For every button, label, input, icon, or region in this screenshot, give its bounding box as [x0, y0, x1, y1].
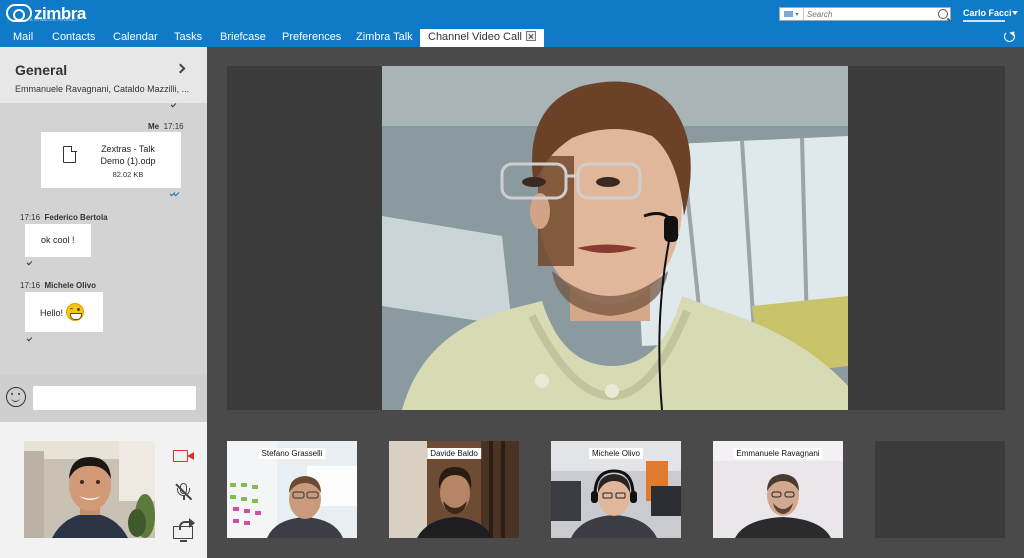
emoji-picker-icon[interactable] [6, 387, 26, 407]
message-sender: Michele Olivo [44, 281, 97, 290]
grin-emoji-icon [66, 303, 85, 321]
message-time: 17:16 [20, 281, 41, 290]
tab-label: Channel Video Call [428, 31, 522, 43]
message-sender: Me [148, 122, 160, 131]
self-video[interactable] [24, 441, 155, 538]
chat-title: General [15, 62, 68, 78]
main-video[interactable] [382, 66, 848, 410]
tab-preferences[interactable]: Preferences [282, 28, 341, 47]
tab-calendar[interactable]: Calendar [113, 28, 158, 47]
message-meta: 17:16 Michele Olivo [20, 281, 96, 290]
message-text: ok cool ! [41, 235, 75, 245]
participant-name: Michele Olivo [588, 448, 644, 459]
message-list[interactable]: Me 17:16 Zextras - Talk Demo (1).odp 82.… [0, 103, 207, 375]
message-meta: 17:16 Federico Bertola [20, 213, 108, 222]
search-input[interactable] [804, 8, 936, 20]
self-video-image [24, 441, 155, 538]
double-check-icon [169, 190, 180, 198]
top-bar: zimbra A SYNACOR PRODUCT ▾ Carlo Facci [0, 0, 1024, 28]
chat-header[interactable]: General Emmanuele Ravagnani, Cataldo Maz… [0, 47, 207, 103]
refresh-icon[interactable] [1004, 31, 1015, 42]
participant-name: Davide Baldo [427, 448, 481, 459]
message-meta: Me 17:16 [148, 122, 184, 131]
message-bubble[interactable]: Hello! [25, 292, 103, 332]
participant-name: Emmanuele Ravagnani [733, 448, 823, 459]
user-underline [963, 20, 1005, 22]
search-icon[interactable] [938, 9, 948, 19]
chevron-right-icon[interactable] [175, 63, 186, 74]
zimbra-logo-icon [6, 4, 32, 22]
message-text: Hello! [40, 308, 64, 318]
main-video-image [382, 66, 848, 410]
mic-off-icon[interactable] [171, 480, 197, 504]
tab-channel-video-call[interactable]: Channel Video Call [420, 29, 544, 47]
message-bubble[interactable]: ok cool ! [25, 224, 91, 257]
message-content: Hello! [40, 303, 85, 321]
read-check-icon [26, 259, 33, 266]
chevron-down-icon[interactable] [1012, 11, 1018, 15]
search-box: ▾ [779, 7, 951, 21]
chat-members: Emmanuele Ravagnani, Cataldo Mazzilli, .… [15, 84, 190, 94]
file-message-bubble[interactable]: Zextras - Talk Demo (1).odp 82.02 KB [41, 132, 181, 188]
message-time: 17:16 [163, 122, 184, 131]
chat-panel: General Emmanuele Ravagnani, Cataldo Maz… [0, 47, 207, 422]
tab-zimbra-talk[interactable]: Zimbra Talk [356, 28, 413, 47]
user-menu[interactable]: Carlo Facci [963, 8, 1012, 18]
message-time: 17:16 [20, 213, 41, 222]
message-input-row [0, 375, 207, 422]
camera-icon[interactable] [171, 444, 197, 468]
tab-briefcase[interactable]: Briefcase [220, 28, 266, 47]
participant-tile[interactable]: Davide Baldo [389, 441, 519, 538]
participant-name: Stefano Grasselli [258, 448, 326, 459]
file-name[interactable]: Zextras - Talk Demo (1).odp [93, 143, 163, 167]
participant-tile[interactable]: Emmanuele Ravagnani [713, 441, 843, 538]
message-sender: Federico Bertola [44, 213, 108, 222]
self-panel [0, 422, 207, 558]
read-check-icon [26, 335, 33, 342]
file-size: 82.02 KB [112, 170, 144, 179]
tab-mail[interactable]: Mail [13, 28, 33, 47]
logo-subtitle: A SYNACOR PRODUCT [30, 17, 80, 22]
read-check-icon [170, 103, 177, 108]
mail-icon [784, 11, 794, 17]
participant-tile[interactable]: Michele Olivo [551, 441, 681, 538]
message-input[interactable] [33, 386, 196, 410]
video-stage [227, 66, 1005, 410]
close-icon[interactable] [525, 31, 536, 41]
participant-tile[interactable]: Stefano Grasselli [227, 441, 357, 538]
screen-share-icon[interactable] [171, 518, 197, 542]
empty-participant-slot [875, 441, 1005, 538]
app-tab-bar: Mail Contacts Calendar Tasks Briefcase P… [0, 28, 1024, 47]
tab-tasks[interactable]: Tasks [174, 28, 202, 47]
tab-contacts[interactable]: Contacts [52, 28, 95, 47]
search-type-dropdown[interactable]: ▾ [780, 8, 804, 20]
file-icon [63, 145, 77, 163]
